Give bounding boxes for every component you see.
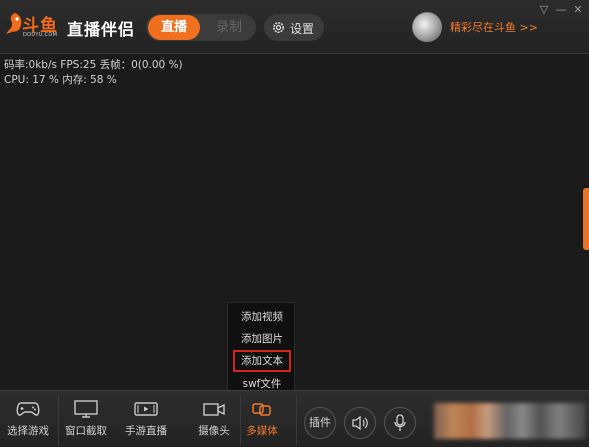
multimedia-icon (252, 403, 271, 416)
stream-stats: 码率:0kb/s FPS:25 丢帧：0(0.00 %) CPU: 17 % 内… (4, 58, 183, 88)
stats-line-bitrate: 码率:0kb/s FPS:25 丢帧：0(0.00 %) (4, 59, 183, 71)
menu-item-add-text[interactable]: 添加文本 (233, 350, 291, 372)
speaker-icon (352, 415, 368, 431)
blurred-user-area (434, 403, 586, 439)
tool-window-capture[interactable]: 窗口截取 (62, 397, 110, 443)
multimedia-menu: 添加视频 添加图片 添加文本 swf文件 (227, 302, 296, 402)
tool-label: 选择游戏 (7, 425, 49, 437)
tool-label: 手游直播 (125, 425, 167, 437)
gear-icon (273, 22, 284, 33)
tool-label: 多媒体 (246, 425, 278, 437)
toolbar-divider (240, 395, 241, 445)
plugin-button[interactable]: 插件 (304, 407, 336, 439)
tool-camera[interactable]: 摄像头 (190, 397, 238, 443)
tool-mobile-live[interactable]: 手游直播 (122, 397, 170, 443)
window-controls: ▽ — ✕ (537, 4, 585, 18)
tool-select-game[interactable]: 选择游戏 (4, 397, 52, 443)
toolbar-divider (58, 395, 59, 445)
mode-tabs: 直播 录制 (146, 14, 256, 41)
microphone-icon (394, 414, 406, 431)
stats-line-cpu: CPU: 17 % 内存: 58 % (4, 74, 117, 86)
toolbar-divider (296, 395, 297, 445)
gamepad-icon (16, 402, 40, 416)
bottom-toolbar: 选择游戏 窗口截取 手游直播 摄像头 多媒体 插件 (0, 390, 589, 447)
tool-label: 窗口截取 (65, 425, 107, 437)
app-title: 直播伴侣 (67, 20, 136, 39)
tool-label: 摄像头 (198, 425, 230, 437)
settings-button[interactable]: 设置 (264, 14, 324, 41)
tab-record[interactable]: 录制 (204, 15, 254, 40)
tool-multimedia[interactable]: 多媒体 (242, 397, 282, 443)
speaker-button[interactable] (344, 407, 376, 439)
phone-landscape-icon (134, 402, 158, 416)
side-panel-handle[interactable] (583, 188, 589, 250)
settings-label: 设置 (290, 22, 315, 36)
monitor-icon (74, 400, 98, 418)
title-bar: 斗鱼 DOUYU.COM 直播伴侣 直播 录制 设置 精彩尽在斗鱼 >> ▽ —… (0, 0, 589, 54)
microphone-button[interactable] (384, 407, 416, 439)
user-avatar[interactable] (412, 12, 442, 42)
menu-item-add-image[interactable]: 添加图片 (228, 328, 296, 350)
camera-icon (203, 403, 225, 416)
douyu-logo[interactable]: 斗鱼 DOUYU.COM (6, 9, 62, 43)
promo-link[interactable]: 精彩尽在斗鱼 >> (450, 19, 538, 35)
minimize-icon[interactable]: — (554, 4, 568, 18)
dropdown-menu-icon[interactable]: ▽ (537, 4, 551, 18)
close-icon[interactable]: ✕ (571, 4, 585, 18)
logo-subtext: DOUYU.COM (23, 32, 58, 38)
tab-live[interactable]: 直播 (148, 15, 200, 40)
menu-item-add-video[interactable]: 添加视频 (228, 306, 296, 328)
